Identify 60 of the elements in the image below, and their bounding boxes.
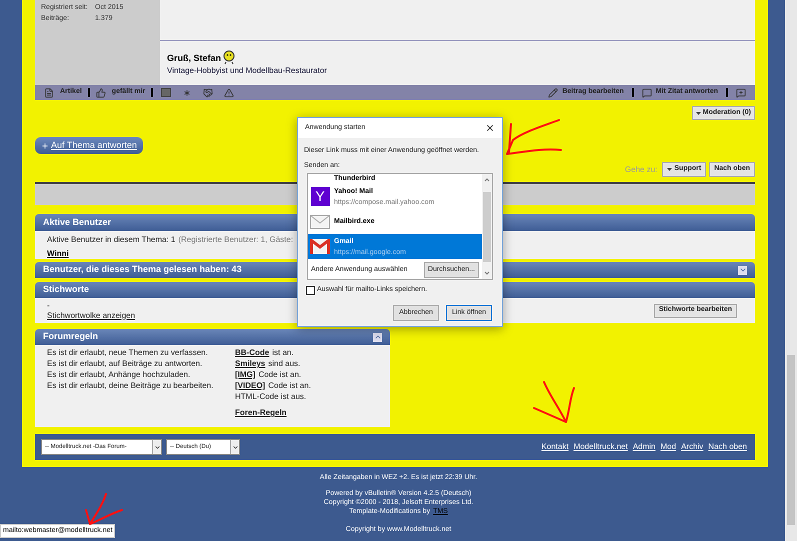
- footer-link[interactable]: Admin: [632, 441, 656, 453]
- footer-link[interactable]: Modelltruck.net: [574, 441, 628, 453]
- warning-icon[interactable]: [224, 88, 234, 98]
- permission-text: Es ist dir erlaubt, auf Beiträge zu antworten.: [47, 358, 204, 369]
- setting-link[interactable]: BB-Code: [235, 347, 270, 358]
- arrow-drawing: [503, 116, 563, 158]
- signature-tagline: Vintage-Hobbyist und Modellbau-Restaurator: [167, 65, 328, 77]
- chevron-down-icon: [154, 444, 160, 450]
- footer-link[interactable]: Archiv: [681, 441, 704, 453]
- setting-link[interactable]: [IMG]: [235, 369, 256, 380]
- setting-text: ist an.: [272, 347, 294, 358]
- envelope-icon: [310, 239, 330, 254]
- speech-bubble-icon: [642, 88, 652, 98]
- pencil-icon: [548, 88, 558, 98]
- active-users-detail: (Registrierte Benutzer: 1, Gäste:: [178, 234, 294, 246]
- setting-text: Code ist an.: [268, 380, 311, 391]
- smiley-icon: [222, 49, 236, 65]
- setting-text: sind aus.: [268, 358, 300, 369]
- chevron-up-icon: [374, 333, 382, 341]
- section-title: Forumregeln: [43, 330, 98, 344]
- reply-button[interactable]: Auf Thema antworten: [35, 137, 143, 154]
- permission-text: Es ist dir erlaubt, neue Themen zu verfassen.: [47, 347, 209, 358]
- chevron-down-icon: [232, 444, 238, 450]
- setting-text: HTML-Code ist aus.: [235, 391, 306, 402]
- setting-link[interactable]: [VIDEO]: [235, 380, 266, 391]
- section-title: Benutzer, die dieses Thema gelesen haben: 43: [43, 263, 242, 276]
- app-logo: Y: [310, 187, 330, 206]
- signature-greeting: Gruß, Stefan: [167, 52, 222, 64]
- scrollbar[interactable]: [482, 174, 492, 279]
- chevron-down-icon: [738, 266, 746, 274]
- setting-link[interactable]: Smileys: [235, 358, 266, 369]
- footer-link[interactable]: Kontakt: [541, 441, 569, 453]
- dropdown-triangle-icon: [696, 112, 701, 114]
- thumbs-up-icon: [96, 88, 106, 98]
- rules-link[interactable]: Foren-Regeln: [235, 407, 287, 418]
- toggle-button[interactable]: [373, 332, 382, 342]
- footer-link[interactable]: Nach oben: [708, 441, 747, 453]
- handshake-icon[interactable]: [203, 88, 214, 98]
- plus-icon: [41, 142, 49, 150]
- arrow-drawing: [82, 492, 126, 528]
- arrow-drawing: [530, 378, 578, 426]
- star-icon[interactable]: [182, 88, 192, 98]
- tag-cloud-link[interactable]: Stichwortwolke anzeigen: [47, 310, 136, 320]
- setting-text: Code ist an.: [258, 369, 302, 380]
- document-icon: [44, 88, 54, 98]
- footer-link[interactable]: Mod: [660, 441, 676, 453]
- close-icon[interactable]: [485, 123, 495, 133]
- envelope-icon: [310, 214, 330, 228]
- speech-bubble-plus-icon[interactable]: [736, 88, 746, 98]
- user-link[interactable]: Winni: [47, 248, 69, 260]
- goto-label: Gehe zu:: [624, 164, 658, 176]
- tags-value: -: [47, 300, 51, 310]
- scrollbar[interactable]: [785, 0, 797, 541]
- permission-text: Es ist dir erlaubt, Anhänge hochzuladen.: [47, 369, 192, 380]
- permission-text: Es ist dir erlaubt, deine Beiträge zu bearbeiten.: [47, 380, 214, 391]
- checkbox[interactable]: [306, 286, 315, 295]
- toggle-button[interactable]: [738, 266, 747, 274]
- active-users-summary: Aktive Benutzer in diesem Thema: 1: [47, 234, 176, 246]
- dropdown-triangle-icon: [667, 168, 672, 171]
- ip-icon[interactable]: [161, 88, 172, 97]
